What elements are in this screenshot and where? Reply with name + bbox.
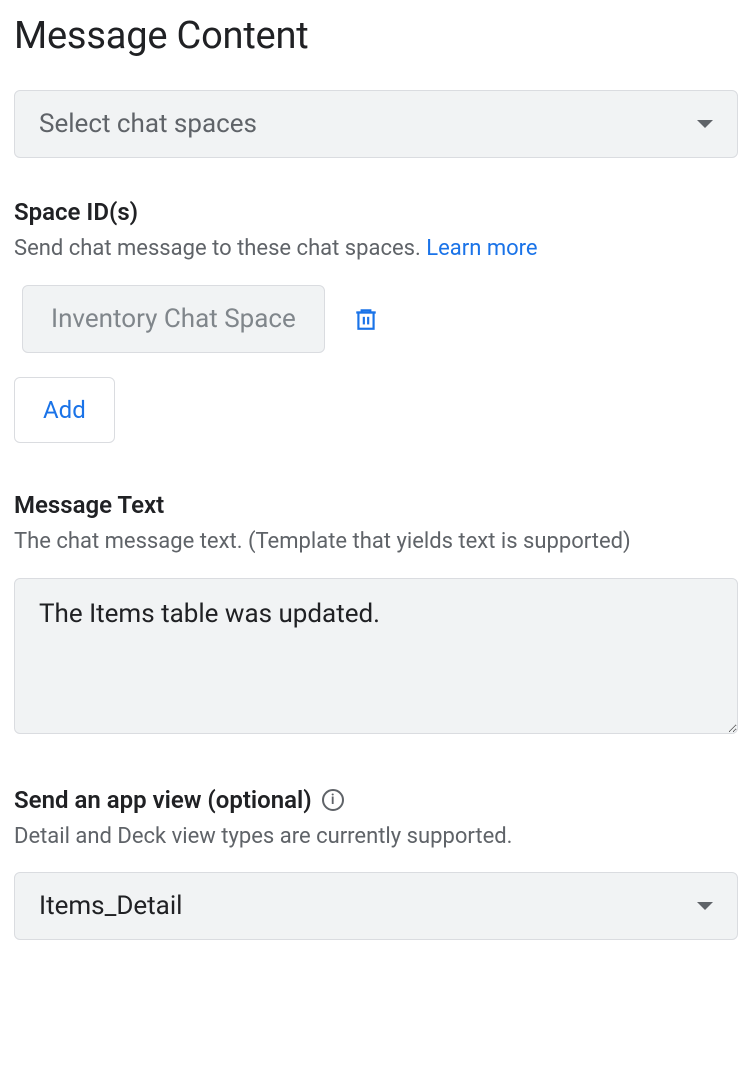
message-text-description: The chat message text. (Template that yi… [14, 527, 738, 558]
message-text-label: Message Text [14, 491, 738, 519]
trash-icon [353, 305, 379, 333]
app-view-dropdown[interactable]: Items_Detail [14, 872, 738, 940]
select-chat-spaces-placeholder: Select chat spaces [39, 109, 257, 139]
add-space-button[interactable]: Add [14, 377, 115, 443]
chevron-down-icon [697, 120, 713, 128]
app-view-description: Detail and Deck view types are currently… [14, 822, 738, 853]
learn-more-link[interactable]: Learn more [426, 236, 537, 261]
select-chat-spaces-dropdown[interactable]: Select chat spaces [14, 90, 738, 158]
space-id-chip[interactable]: Inventory Chat Space [22, 285, 325, 353]
message-text-input[interactable] [14, 578, 738, 734]
chevron-down-icon [697, 902, 713, 910]
page-title: Message Content [14, 14, 738, 58]
app-view-label: Send an app view (optional) [14, 786, 312, 814]
app-view-selected: Items_Detail [39, 891, 182, 921]
space-ids-label: Space ID(s) [14, 198, 738, 226]
space-ids-description: Send chat message to these chat spaces. … [14, 234, 738, 265]
delete-space-button[interactable] [349, 301, 383, 337]
info-icon[interactable]: i [322, 789, 344, 811]
